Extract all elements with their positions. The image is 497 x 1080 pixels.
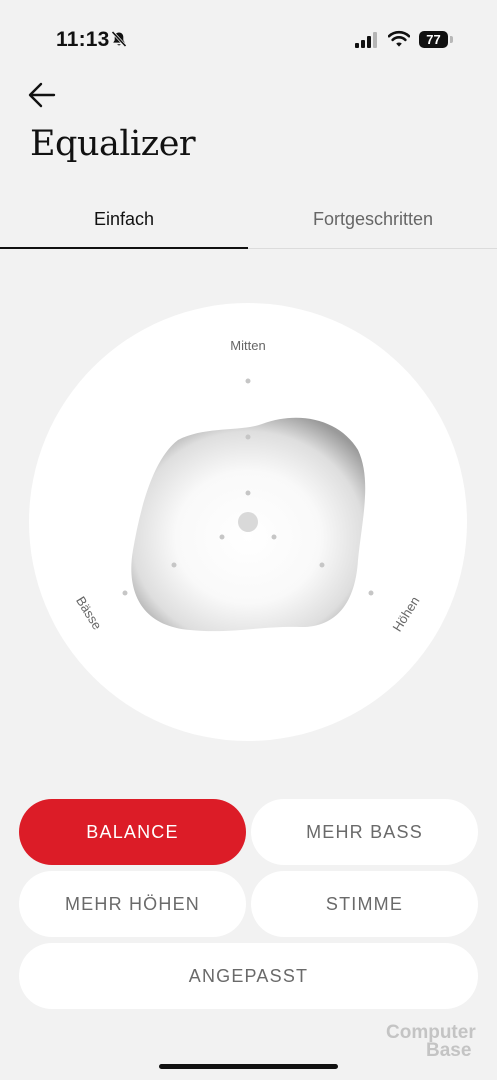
eq-label-mid: Mitten — [230, 338, 266, 353]
preset-more-treble-button[interactable]: MEHR HÖHEN — [19, 871, 246, 937]
eq-dot — [219, 534, 225, 540]
watermark-line-2: Base — [426, 1040, 472, 1061]
preset-balance-button[interactable]: BALANCE — [19, 799, 246, 865]
eq-dot — [122, 590, 128, 596]
eq-dot — [368, 590, 374, 596]
preset-more-bass-button[interactable]: MEHR BASS — [251, 799, 478, 865]
eq-dot — [171, 562, 177, 568]
home-indicator[interactable] — [159, 1064, 338, 1069]
eq-dot — [245, 378, 251, 384]
eq-dot — [319, 562, 325, 568]
eq-center-handle[interactable] — [238, 512, 258, 532]
eq-dot — [271, 534, 277, 540]
eq-dot — [245, 434, 251, 440]
eq-dot — [245, 490, 251, 496]
watermark-logo: Computer Base — [386, 1023, 486, 1064]
preset-custom-button[interactable]: ANGEPASST — [19, 943, 478, 1009]
preset-voice-button[interactable]: STIMME — [251, 871, 478, 937]
